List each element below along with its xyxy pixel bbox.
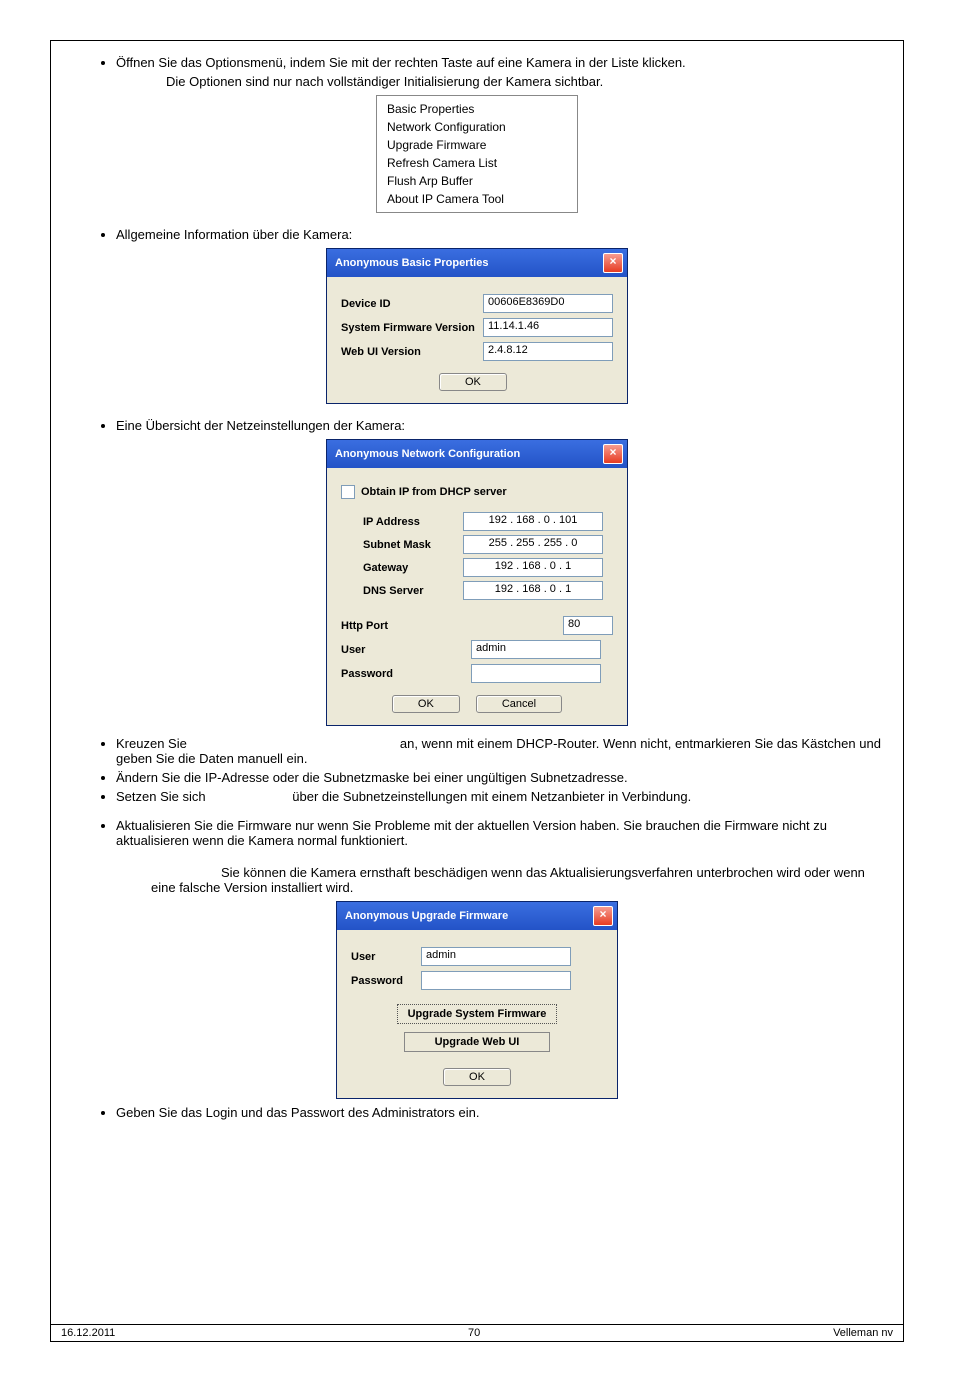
up-user-label: User — [351, 951, 421, 963]
pw-input[interactable] — [471, 664, 601, 683]
user-label: User — [341, 644, 411, 656]
page-footer: 16.12.2011 70 Velleman nv — [51, 1324, 903, 1341]
upgrade-system-button[interactable]: Upgrade System Firmware — [397, 1004, 558, 1024]
ctx-item-network[interactable]: Network Configuration — [387, 118, 557, 136]
dialog-network-config: Anonymous Network Configuration × Obtain… — [326, 439, 628, 726]
up-pw-input[interactable] — [421, 971, 571, 990]
dlg-net-title: Anonymous Network Configuration — [335, 448, 520, 460]
footer-company: Velleman nv — [833, 1327, 893, 1339]
gw-label: Gateway — [363, 562, 463, 574]
bullet-4: Kreuzen Sie an, wenn mit einem DHCP-Rout… — [116, 736, 888, 766]
dlg-up-title: Anonymous Upgrade Firmware — [345, 910, 508, 922]
cancel-button[interactable]: Cancel — [476, 695, 562, 713]
ok-button[interactable]: OK — [392, 695, 460, 713]
mask-label: Subnet Mask — [363, 539, 463, 551]
bullet-1-text: Öffnen Sie das Optionsmenü, indem Sie mi… — [116, 55, 686, 70]
bullet-8: Geben Sie das Login und das Passwort des… — [116, 1105, 888, 1120]
up-user-input[interactable]: admin — [421, 947, 571, 966]
ctx-item-upgrade[interactable]: Upgrade Firmware — [387, 136, 557, 154]
dhcp-checkbox[interactable] — [341, 485, 355, 499]
webui-value: 2.4.8.12 — [483, 342, 613, 361]
bullet-5: Ändern Sie die IP-Adresse oder die Subne… — [116, 770, 888, 785]
ctx-item-basic[interactable]: Basic Properties — [387, 100, 557, 118]
context-menu[interactable]: Basic Properties Network Configuration U… — [376, 95, 578, 213]
port-input[interactable]: 80 — [563, 616, 613, 635]
close-icon[interactable]: × — [603, 444, 623, 464]
gw-input[interactable]: 192 . 168 . 0 . 1 — [463, 558, 603, 577]
device-id-value: 00606E8369D0 — [483, 294, 613, 313]
close-icon[interactable]: × — [603, 253, 623, 273]
device-id-label: Device ID — [341, 298, 483, 310]
bullet-3: Eine Übersicht der Netzeinstellungen der… — [116, 418, 888, 433]
dns-label: DNS Server — [363, 585, 463, 597]
up-pw-label: Password — [351, 975, 421, 987]
dhcp-label: Obtain IP from DHCP server — [361, 486, 507, 498]
ip-label: IP Address — [363, 516, 463, 528]
user-input[interactable]: admin — [471, 640, 601, 659]
pw-label: Password — [341, 668, 411, 680]
ok-button[interactable]: OK — [443, 1068, 511, 1086]
dns-input[interactable]: 192 . 168 . 0 . 1 — [463, 581, 603, 600]
webui-label: Web UI Version — [341, 346, 483, 358]
bullet-7-sub: Sie können die Kamera ernsthaft beschädi… — [151, 865, 888, 895]
dialog-basic-properties: Anonymous Basic Properties × Device ID00… — [326, 248, 628, 404]
dialog-upgrade-firmware: Anonymous Upgrade Firmware × Useradmin P… — [336, 901, 618, 1099]
bullet-7: Aktualisieren Sie die Firmware nur wenn … — [116, 818, 888, 863]
bullet-7-text: Aktualisieren Sie die Firmware nur wenn … — [116, 818, 827, 848]
fw-label: System Firmware Version — [341, 322, 483, 334]
upgrade-webui-button[interactable]: Upgrade Web UI — [404, 1032, 551, 1052]
bullet-1-sub: Die Optionen sind nur nach vollständiger… — [166, 74, 888, 89]
footer-page: 70 — [468, 1327, 480, 1339]
ok-button[interactable]: OK — [439, 373, 507, 391]
ctx-item-refresh[interactable]: Refresh Camera List — [387, 154, 557, 172]
footer-date: 16.12.2011 — [61, 1327, 115, 1339]
fw-value: 11.14.1.46 — [483, 318, 613, 337]
bullet-1: Öffnen Sie das Optionsmenü, indem Sie mi… — [116, 55, 888, 70]
ip-input[interactable]: 192 . 168 . 0 . 101 — [463, 512, 603, 531]
close-icon[interactable]: × — [593, 906, 613, 926]
port-label: Http Port — [341, 620, 411, 632]
mask-input[interactable]: 255 . 255 . 255 . 0 — [463, 535, 603, 554]
bullet-2: Allgemeine Information über die Kamera: — [116, 227, 888, 242]
ctx-item-flush[interactable]: Flush Arp Buffer — [387, 172, 557, 190]
bullet-6: Setzen Sie sich über die Subnetzeinstell… — [116, 789, 888, 804]
dlg-basic-title: Anonymous Basic Properties — [335, 257, 488, 269]
ctx-item-about[interactable]: About IP Camera Tool — [387, 190, 557, 208]
